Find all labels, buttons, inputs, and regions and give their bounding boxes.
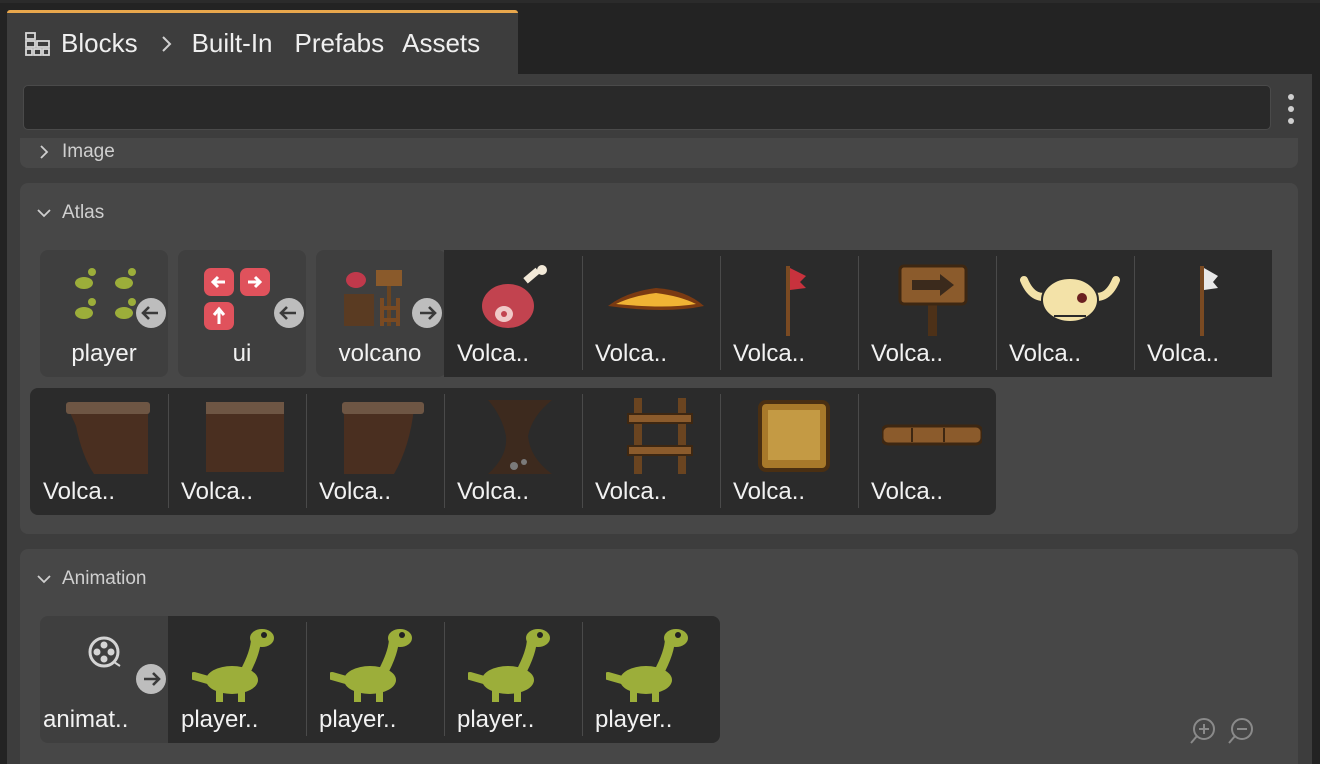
dino-icon xyxy=(468,629,550,702)
chevron-down-icon xyxy=(37,209,51,218)
item-label: Volca.. xyxy=(1009,340,1082,367)
animation-item-player[interactable]: player.. xyxy=(173,616,311,742)
animation-item-player[interactable]: player.. xyxy=(449,616,587,742)
atlas-item-volcano-ground-left[interactable]: Volca.. xyxy=(35,388,173,514)
item-divider xyxy=(1134,256,1135,370)
arrow-left-icon[interactable] xyxy=(272,296,306,330)
image-section-header[interactable]: Image xyxy=(36,138,115,166)
item-label: Volca.. xyxy=(457,340,530,367)
more-options-icon[interactable] xyxy=(1283,94,1299,124)
animation-item-player[interactable]: player.. xyxy=(311,616,449,742)
item-label: Volca.. xyxy=(871,340,944,367)
section-title: Image xyxy=(62,141,115,162)
dino-icon xyxy=(330,629,412,702)
ground-left-icon xyxy=(66,402,150,474)
item-label: Volca.. xyxy=(1147,340,1220,367)
atlas-item-volcano-sand-block[interactable]: Volca.. xyxy=(725,388,863,514)
item-divider xyxy=(306,622,307,736)
item-label: volcano xyxy=(338,340,422,367)
red-flag-icon xyxy=(786,266,806,336)
item-label: Volca.. xyxy=(595,478,668,505)
zoom-out-icon[interactable] xyxy=(1226,716,1256,746)
atlas-item-volcano-red-flag[interactable]: Volca.. xyxy=(725,250,863,376)
item-divider xyxy=(306,394,307,508)
atlas-item-volcano-lava[interactable]: Volca.. xyxy=(587,250,725,376)
section-title: Animation xyxy=(62,568,147,589)
atlas-item-volcano-ground-middle[interactable]: Volca.. xyxy=(173,388,311,514)
item-divider xyxy=(720,394,721,508)
animation-section-header[interactable]: Animation xyxy=(36,565,147,593)
arrow-right-icon[interactable] xyxy=(134,662,168,696)
arrow-left-icon[interactable] xyxy=(134,296,168,330)
atlas-item-volcano-wood-plank[interactable]: Volca.. xyxy=(863,388,1001,514)
blocks-tab[interactable]: Blocks Built-In Prefabs Assets xyxy=(7,10,518,74)
item-label: Volca.. xyxy=(43,478,116,505)
arrow-right-icon[interactable] xyxy=(410,296,444,330)
dino-icon xyxy=(192,629,274,702)
item-label: ui xyxy=(232,340,252,367)
lava-icon xyxy=(608,288,704,310)
item-divider xyxy=(858,256,859,370)
item-divider xyxy=(168,394,169,508)
item-divider xyxy=(582,622,583,736)
item-label: player xyxy=(71,340,137,367)
assets-panel: Image Atlas player ui volcano Volca.. Vo… xyxy=(7,74,1312,764)
item-label: player.. xyxy=(595,706,673,733)
item-label: animat.. xyxy=(43,706,129,733)
item-label: player.. xyxy=(319,706,397,733)
animation-section: Animation animat.. player.. player.. pla… xyxy=(20,549,1298,764)
ground-right-icon xyxy=(342,402,424,474)
breadcrumb-built-in[interactable]: Built-In xyxy=(192,28,273,59)
item-label: Volca.. xyxy=(733,340,806,367)
section-title: Atlas xyxy=(62,202,105,223)
item-label: Volca.. xyxy=(595,340,668,367)
ground-middle-icon xyxy=(206,402,284,472)
skull-icon xyxy=(1020,276,1120,323)
atlas-item-volcano-ground-right[interactable]: Volca.. xyxy=(311,388,449,514)
breadcrumb-assets[interactable]: Assets xyxy=(402,28,480,59)
rock-pillar-icon xyxy=(488,400,552,474)
item-divider xyxy=(444,394,445,508)
item-label: Volca.. xyxy=(181,478,254,505)
sand-block-icon xyxy=(758,400,830,472)
atlas-item-volcano-sign[interactable]: Volca.. xyxy=(863,250,1001,376)
item-label: Volca.. xyxy=(871,478,944,505)
item-divider xyxy=(582,394,583,508)
atlas-item-volcano-meat[interactable]: Volca.. xyxy=(449,250,587,376)
atlas-item-volcano-rock-pillar[interactable]: Volca.. xyxy=(449,388,587,514)
blocks-window: Blocks Built-In Prefabs Assets Image Atl… xyxy=(0,0,1320,764)
item-divider xyxy=(444,622,445,736)
item-label: player.. xyxy=(457,706,535,733)
sign-arrow-icon xyxy=(898,264,968,336)
search-input[interactable] xyxy=(23,85,1271,130)
ladder-icon xyxy=(627,398,693,474)
atlas-section-header[interactable]: Atlas xyxy=(36,199,104,227)
item-label: player.. xyxy=(181,706,259,733)
zoom-in-icon[interactable] xyxy=(1188,716,1218,746)
breadcrumb-blocks[interactable]: Blocks xyxy=(61,28,138,59)
blocks-grid-icon xyxy=(25,31,50,56)
chevron-down-icon xyxy=(37,575,51,584)
item-divider xyxy=(720,256,721,370)
atlas-item-volcano-skull[interactable]: Volca.. xyxy=(1001,250,1139,376)
meat-icon xyxy=(482,265,547,328)
chevron-right-icon xyxy=(161,35,171,52)
animation-item-player[interactable]: player.. xyxy=(587,616,725,742)
atlas-section: Atlas player ui volcano Volca.. Volca.. … xyxy=(20,183,1298,534)
item-divider xyxy=(858,394,859,508)
item-divider xyxy=(996,256,997,370)
dino-icon xyxy=(606,629,688,702)
atlas-item-volcano-white-flag[interactable]: Volca.. xyxy=(1139,250,1277,376)
white-flag-icon xyxy=(1200,266,1218,336)
item-label: Volca.. xyxy=(733,478,806,505)
wood-plank-icon xyxy=(882,424,982,446)
image-section: Image xyxy=(20,138,1298,168)
item-label: Volca.. xyxy=(319,478,392,505)
item-label: Volca.. xyxy=(457,478,530,505)
chevron-right-icon xyxy=(40,145,49,159)
item-divider xyxy=(582,256,583,370)
breadcrumb-prefabs[interactable]: Prefabs xyxy=(295,28,385,59)
title-strip xyxy=(0,0,1320,3)
atlas-item-volcano-ladder[interactable]: Volca.. xyxy=(587,388,725,514)
